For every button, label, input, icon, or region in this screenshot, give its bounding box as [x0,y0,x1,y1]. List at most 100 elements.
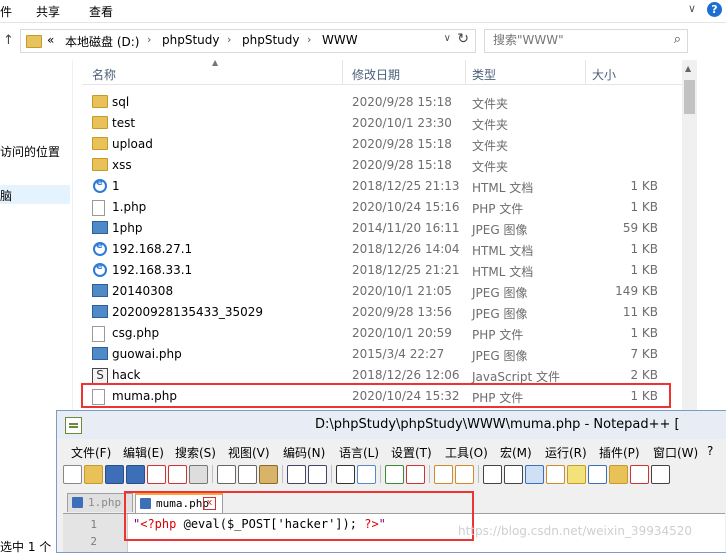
sync-horizontal-icon[interactable] [455,465,474,484]
file-row[interactable]: guowai.php 2015/3/4 22:27 JPEG 图像 7 KB [82,344,668,365]
file-type: HTML 文档 [472,244,534,258]
breadcrumb-separator[interactable]: › [227,33,231,46]
close-icon[interactable] [147,465,166,484]
close-all-icon[interactable] [168,465,187,484]
column-header-type[interactable]: 类型 [472,66,496,83]
file-row[interactable]: 192.168.33.1 2018/12/25 21:21 HTML 文档 1 KB [82,260,668,281]
column-header-date[interactable]: 修改日期 [352,66,400,83]
menu-encoding[interactable]: 编码(N) [283,444,325,461]
file-row[interactable]: csg.php 2020/10/1 20:59 PHP 文件 1 KB [82,323,668,344]
language-icon[interactable] [546,465,565,484]
file-size: 1 KB [630,242,658,256]
function-list-icon[interactable] [588,465,607,484]
menu-view[interactable]: 视图(V) [228,444,270,461]
breadcrumb-phpstudy-2[interactable]: phpStudy [242,33,300,47]
search-box[interactable]: ⌕ [484,29,688,53]
file-name: sql [112,95,130,109]
folder-icon [26,35,42,48]
menu-macro[interactable]: 宏(M) [500,444,532,461]
find-icon[interactable] [336,465,355,484]
open-file-icon[interactable] [84,465,103,484]
file-row[interactable]: sql 2020/9/28 15:18 文件夹 [82,92,668,113]
indent-guide-icon[interactable] [525,465,544,484]
breadcrumb-www[interactable]: WWW [322,33,358,47]
up-arrow-icon[interactable]: ↑ [3,33,14,48]
file-size: 11 KB [622,305,658,319]
column-header-size[interactable]: 大小 [592,66,616,83]
sort-arrow-icon: ▲ [212,58,219,67]
breadcrumb-separator[interactable]: › [307,33,311,46]
print-icon[interactable] [189,465,208,484]
help-icon[interactable]: ? [707,2,722,17]
redo-icon[interactable] [308,465,327,484]
search-input[interactable] [493,33,663,47]
menu-help[interactable]: ? [707,444,713,458]
cut-icon[interactable] [217,465,236,484]
menu-edit[interactable]: 编辑(E) [123,444,164,461]
ribbon-tab-share[interactable]: 共享 [36,3,60,20]
sync-vertical-icon[interactable] [434,465,453,484]
nav-item-selected[interactable]: 脑 [0,185,70,204]
menu-tools[interactable]: 工具(O) [445,444,488,461]
new-file-icon[interactable] [63,465,82,484]
breadcrumb-overflow[interactable]: « [47,33,54,47]
scroll-thumb[interactable] [684,80,695,114]
zoom-in-icon[interactable] [385,465,404,484]
nav-item-recent-places[interactable]: 访问的位置 [0,143,60,160]
column-divider[interactable] [465,60,466,84]
menu-bar: 文件(F) 编辑(E) 搜索(S) 视图(V) 编码(N) 语言(L) 设置(T… [57,441,726,461]
menu-window[interactable]: 窗口(W) [653,444,698,461]
refresh-icon[interactable]: ↻ [457,31,469,47]
breadcrumb-separator[interactable]: › [147,33,151,46]
file-row[interactable]: xss 2020/9/28 15:18 文件夹 [82,155,668,176]
doc-map-icon[interactable] [567,465,586,484]
ribbon-expand-chevron-icon[interactable]: ∨ [688,2,696,15]
file-row[interactable]: 1php 2014/11/20 16:11 JPEG 图像 59 KB [82,218,668,239]
breadcrumb-drive[interactable]: 本地磁盘 (D:) [65,33,139,50]
column-divider[interactable] [342,60,343,84]
menu-language[interactable]: 语言(L) [339,444,379,461]
menu-file[interactable]: 文件(F) [71,444,111,461]
menu-run[interactable]: 运行(R) [545,444,587,461]
menu-plugins[interactable]: 插件(P) [599,444,640,461]
file-size: 1 KB [630,326,658,340]
folder-workspace-icon[interactable] [609,465,628,484]
show-all-chars-icon[interactable] [504,465,523,484]
word-wrap-icon[interactable] [483,465,502,484]
file-row[interactable]: 1.php 2020/10/24 15:16 PHP 文件 1 KB [82,197,668,218]
column-header-name[interactable]: 名称 [92,66,116,83]
breadcrumb-phpstudy-1[interactable]: phpStudy [162,33,220,47]
column-divider[interactable] [585,60,586,84]
replace-icon[interactable] [357,465,376,484]
save-all-icon[interactable] [126,465,145,484]
toolbar-separator [429,465,430,483]
menu-settings[interactable]: 设置(T) [391,444,432,461]
zoom-out-icon[interactable] [406,465,425,484]
file-row[interactable]: 1 2018/12/25 21:13 HTML 文档 1 KB [82,176,668,197]
saved-disk-icon [72,497,83,508]
file-size: 1 KB [630,263,658,277]
save-icon[interactable] [105,465,124,484]
ribbon-tab-file[interactable]: 件 [0,3,12,20]
file-row[interactable]: test 2020/10/1 23:30 文件夹 [82,113,668,134]
scroll-up-icon[interactable]: ▲ [685,64,691,73]
window-title-bar[interactable]: D:\phpStudy\phpStudy\WWW\muma.php - Note… [57,411,726,439]
file-row[interactable]: 192.168.27.1 2018/12/26 14:04 HTML 文档 1 KB [82,239,668,260]
undo-icon[interactable] [287,465,306,484]
line-number: 1 [90,518,97,531]
record-macro-icon[interactable] [651,465,670,484]
file-row[interactable]: 20140308 2020/10/1 21:05 JPEG 图像 149 KB [82,281,668,302]
file-list-scrollbar[interactable]: ▲ [682,60,697,414]
file-size: 1 KB [630,200,658,214]
status-bar-text: 选中 1 个 [0,540,52,554]
ribbon-tab-view[interactable]: 查看 [89,3,113,20]
address-dropdown-icon[interactable]: ∨ [444,33,451,44]
menu-search[interactable]: 搜索(S) [175,444,216,461]
paste-icon[interactable] [259,465,278,484]
address-bar[interactable]: « 本地磁盘 (D:) › phpStudy › phpStudy › WWW … [20,29,476,53]
search-icon[interactable]: ⌕ [674,32,681,47]
file-row[interactable]: upload 2020/9/28 15:18 文件夹 [82,134,668,155]
copy-icon[interactable] [238,465,257,484]
monitor-icon[interactable] [630,465,649,484]
file-row[interactable]: 20200928135433_35029 2020/9/28 13:56 JPEG … [82,302,668,323]
